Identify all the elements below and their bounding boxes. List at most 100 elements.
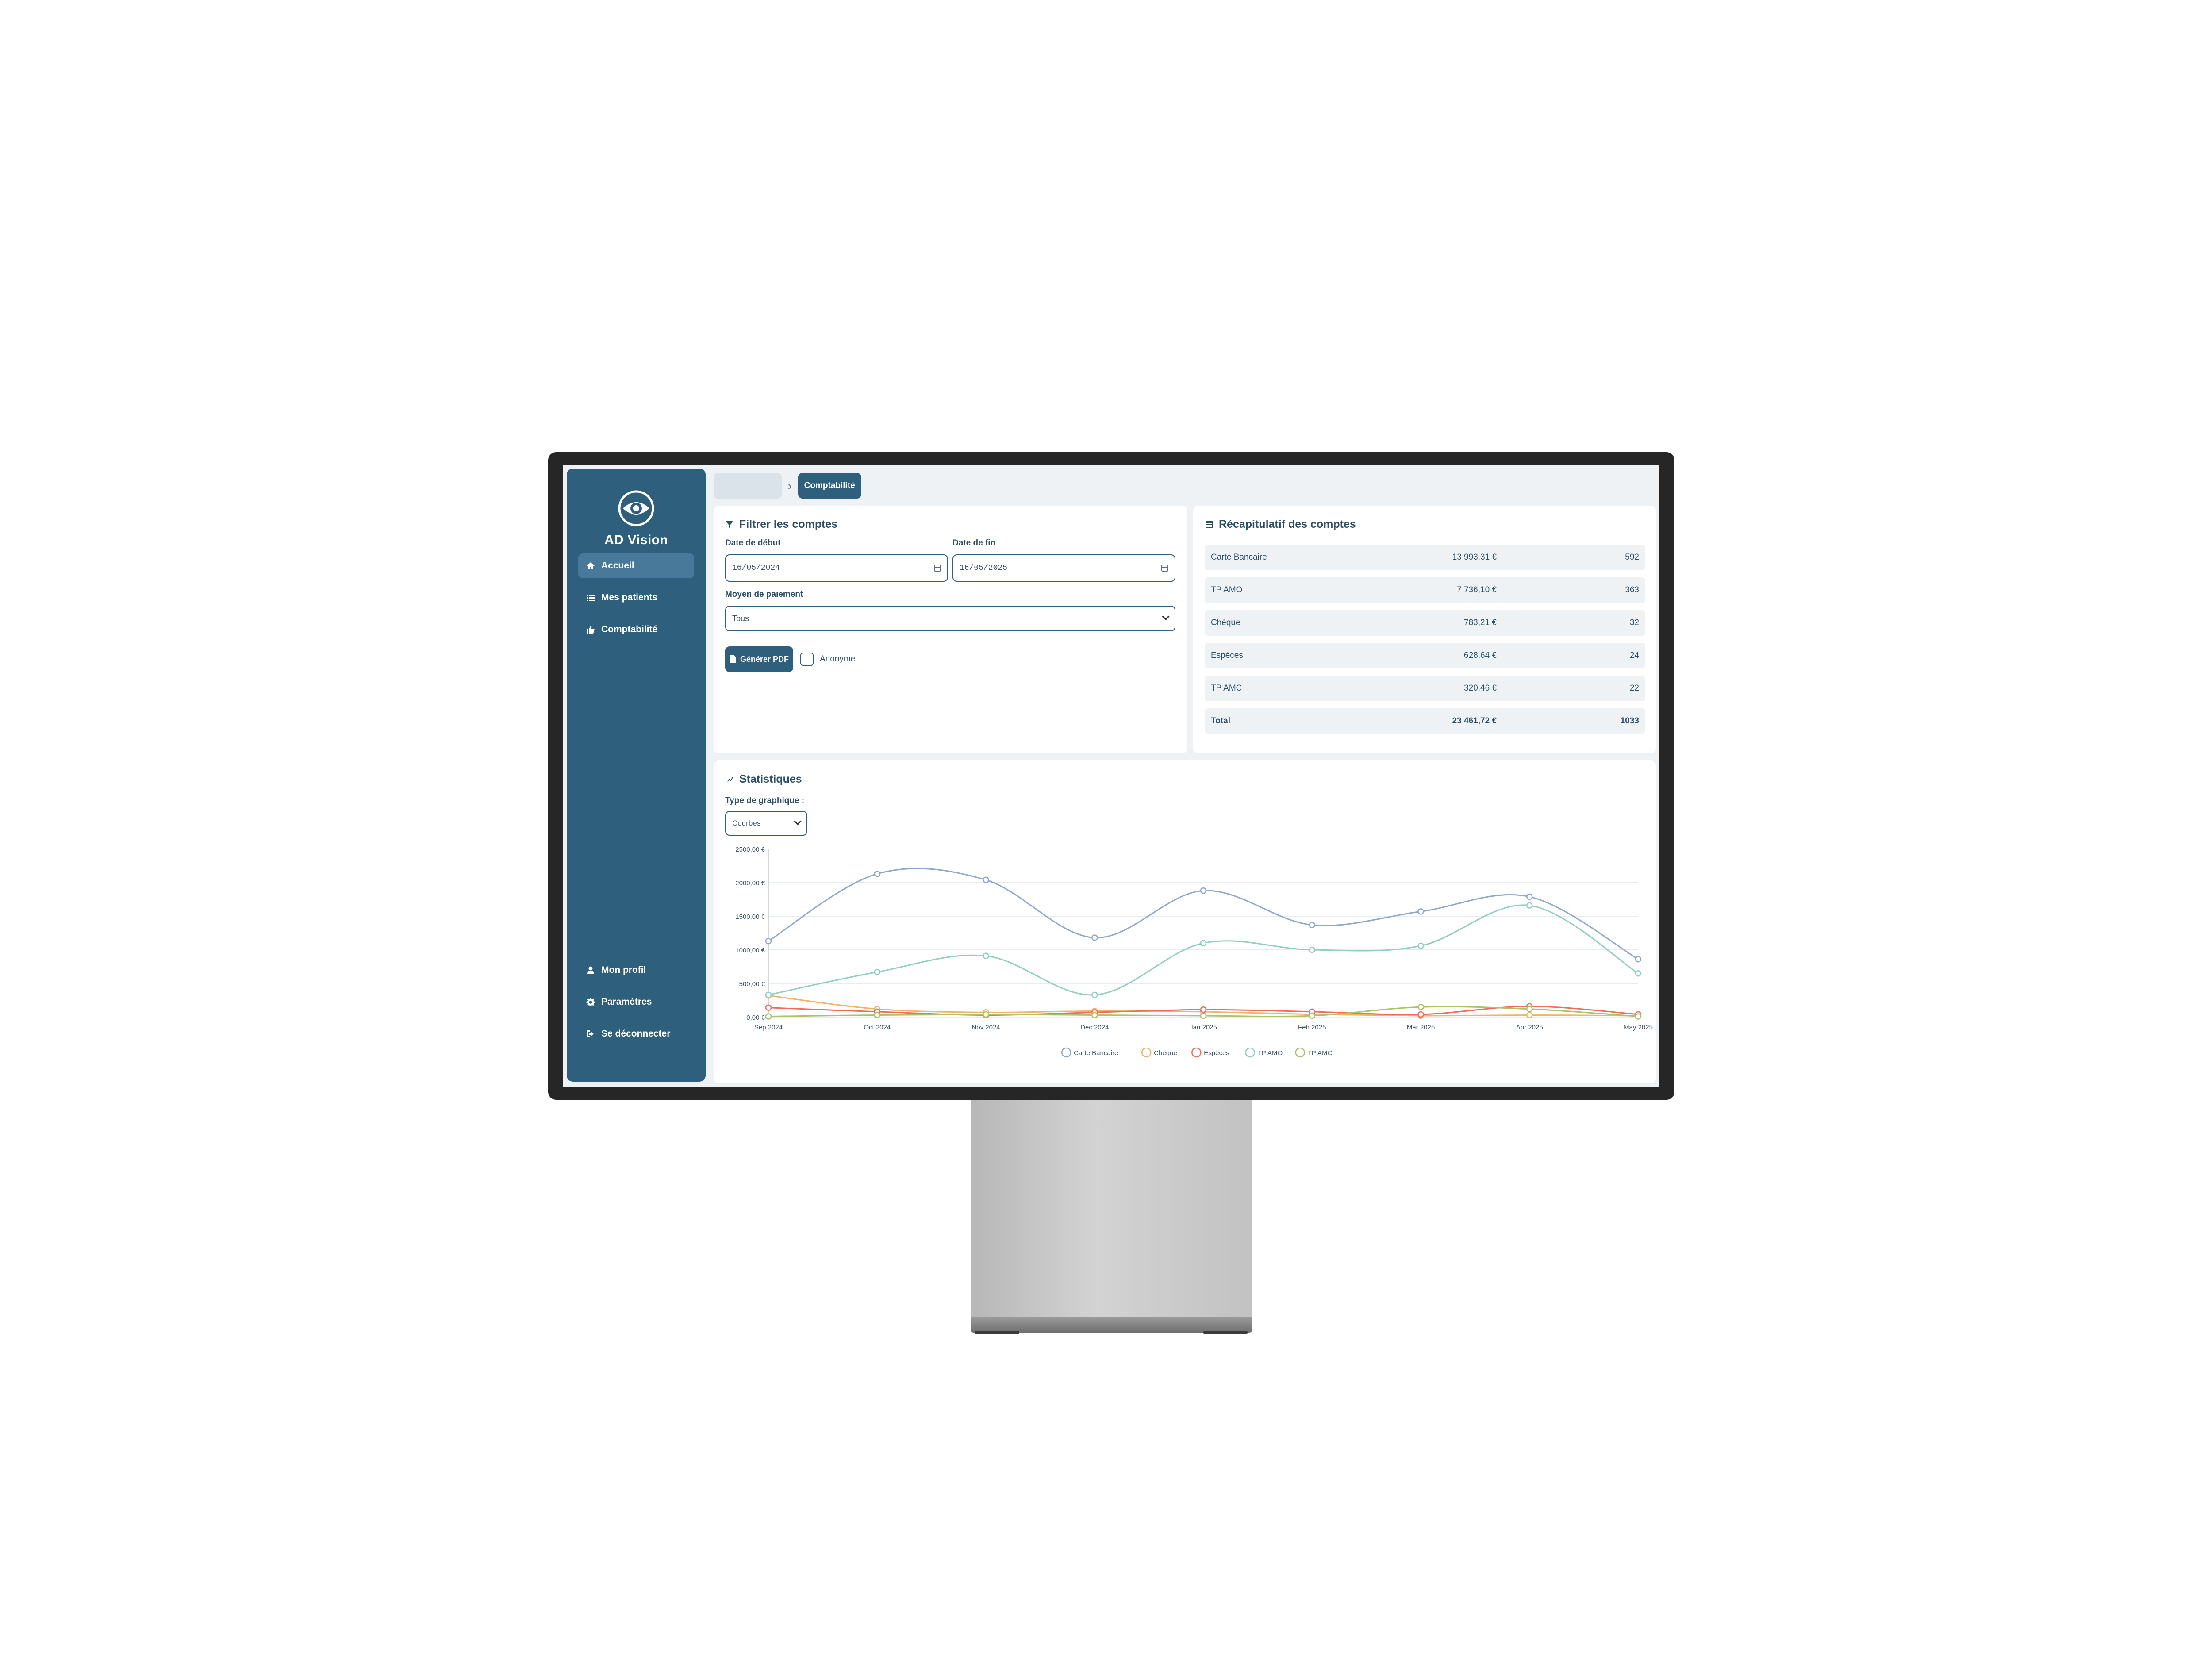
legend-marker	[1061, 1047, 1071, 1058]
legend-label: Carte Bancaire	[1074, 1049, 1118, 1057]
data-point	[983, 876, 989, 883]
legend-label: Chèque	[1154, 1049, 1177, 1057]
app-screen: AD Vision Accueil Mes patients Comptabil…	[563, 465, 1659, 1087]
summary-row: Espèces 628,64 € 24	[1205, 643, 1645, 668]
data-point	[1417, 908, 1424, 915]
summary-row-amount: 320,46 €	[1464, 684, 1497, 693]
data-point	[1200, 887, 1207, 894]
generate-pdf-label: Générer PDF	[740, 654, 789, 664]
calendar-icon[interactable]	[1161, 565, 1168, 572]
data-point	[1417, 942, 1424, 949]
data-point	[1526, 902, 1533, 909]
chevron-right-icon: ›	[788, 479, 792, 492]
summary-row-name: TP AMC	[1211, 684, 1242, 693]
data-point	[765, 1004, 772, 1011]
breadcrumb: › Comptabilité	[714, 473, 861, 499]
filter-icon	[726, 521, 733, 528]
sidebar-item-mon-profil[interactable]: Mon profil	[578, 958, 694, 983]
breadcrumb-item-current[interactable]: Comptabilité	[798, 473, 861, 499]
data-point	[983, 1011, 989, 1018]
filter-card-title: Filtrer les comptes	[739, 518, 838, 530]
statistics-card: Statistiques Type de graphique : Courbes…	[714, 760, 1656, 1083]
user-icon	[587, 966, 594, 974]
summary-row-count: 592	[1625, 553, 1639, 562]
summary-row: TP AMO 7 736,10 € 363	[1205, 577, 1645, 603]
anonymous-checkbox[interactable]	[800, 653, 814, 666]
sidebar-item-mes-patients[interactable]: Mes patients	[578, 585, 694, 610]
summary-row: Chèque 783,21 € 32	[1205, 610, 1645, 636]
list-icon	[587, 595, 595, 601]
legend-marker	[1295, 1047, 1305, 1058]
sidebar-item-label: Accueil	[601, 561, 634, 571]
data-point	[1091, 991, 1098, 998]
x-tick-label: Nov 2024	[972, 1024, 1000, 1031]
home-icon	[587, 562, 595, 569]
y-tick-label: 1000,00 €	[735, 947, 765, 954]
statistics-line-chart: 0,00 € 500,00 € 1000,00 € 1500,00 € 2000,00 …	[735, 846, 1653, 1058]
data-point	[1091, 934, 1098, 941]
monitor-stand-base	[971, 1317, 1252, 1334]
summary-row: TP AMC 320,46 € 22	[1205, 676, 1645, 701]
filter-card-header: Filtrer les comptes	[725, 518, 837, 531]
data-point	[874, 1012, 880, 1018]
legend-label: Espèces	[1204, 1049, 1229, 1057]
chevron-down-icon	[1162, 613, 1170, 621]
end-date-value: 16/05/2025	[960, 564, 1008, 572]
sidebar-item-label: Se déconnecter	[601, 1029, 671, 1039]
calendar-icon[interactable]	[934, 565, 941, 572]
monitor-frame: AD Vision Accueil Mes patients Comptabil…	[548, 452, 1674, 1100]
data-point	[1309, 946, 1315, 953]
data-point	[1526, 1006, 1533, 1013]
legend-marker	[1191, 1047, 1202, 1058]
x-tick-label: Mar 2025	[1407, 1024, 1435, 1031]
summary-card-header: Récapitulatif des comptes	[1205, 518, 1356, 531]
eye-logo-icon	[618, 490, 654, 526]
summary-row-name: TP AMO	[1211, 585, 1243, 595]
end-date-label: Date de fin	[952, 538, 996, 548]
sidebar-item-label: Mes patients	[601, 592, 658, 603]
x-tick-label: May 2025	[1624, 1024, 1653, 1031]
sidebar-nav: Accueil Mes patients Comptabilité	[578, 553, 694, 649]
filter-card: Filtrer les comptes Date de début 16/05/…	[714, 506, 1187, 753]
gear-icon	[586, 998, 595, 1006]
summary-row-amount: 13 993,31 €	[1452, 553, 1497, 562]
sidebar-item-parametres[interactable]: Paramètres	[578, 990, 694, 1014]
y-tick-label: 2000,00 €	[735, 879, 765, 887]
y-tick-label: 0,00 €	[746, 1014, 765, 1022]
sidebar-bottom-nav: Mon profil Paramètres Se déconnecter	[578, 958, 694, 1053]
y-tick-label: 2500,00 €	[735, 846, 765, 853]
file-pdf-icon	[730, 655, 736, 663]
data-point	[874, 968, 880, 975]
x-tick-label: Oct 2024	[864, 1024, 891, 1031]
summary-total-count: 1033	[1620, 716, 1639, 726]
x-tick-label: Apr 2025	[1516, 1024, 1543, 1031]
logout-icon	[587, 1030, 594, 1037]
data-point	[1417, 1011, 1424, 1018]
summary-row-amount: 7 736,10 €	[1457, 585, 1497, 595]
summary-total-row: Total 23 461,72 € 1033	[1205, 708, 1645, 734]
data-point	[1091, 1012, 1098, 1018]
anonymous-label: Anonyme	[820, 654, 856, 664]
app-logo[interactable]: AD Vision	[567, 490, 706, 548]
sidebar: AD Vision Accueil Mes patients Comptabil…	[567, 469, 706, 1082]
summary-total-amount: 23 461,72 €	[1452, 716, 1497, 726]
data-point	[1635, 956, 1642, 963]
data-point	[765, 937, 772, 945]
payment-method-select[interactable]: Tous	[725, 606, 1175, 631]
data-point	[1635, 970, 1642, 977]
sidebar-item-se-deconnecter[interactable]: Se déconnecter	[578, 1022, 694, 1046]
data-point	[1526, 893, 1533, 900]
summary-card: Récapitulatif des comptes Carte Bancaire…	[1193, 506, 1656, 753]
breadcrumb-item-placeholder[interactable]	[714, 473, 782, 499]
sidebar-item-label: Comptabilité	[601, 624, 658, 634]
generate-pdf-button[interactable]: Générer PDF	[725, 646, 793, 672]
sidebar-item-accueil[interactable]: Accueil	[578, 553, 694, 578]
x-tick-label: Sep 2024	[754, 1024, 783, 1031]
x-tick-label: Dec 2024	[1080, 1024, 1109, 1031]
end-date-input[interactable]: 16/05/2025	[952, 554, 1175, 582]
thumbs-up-icon	[587, 626, 595, 634]
start-date-label: Date de début	[725, 538, 781, 548]
start-date-input[interactable]: 16/05/2024	[725, 554, 948, 582]
summary-row-amount: 783,21 €	[1464, 618, 1497, 627]
sidebar-item-comptabilite[interactable]: Comptabilité	[578, 617, 694, 642]
